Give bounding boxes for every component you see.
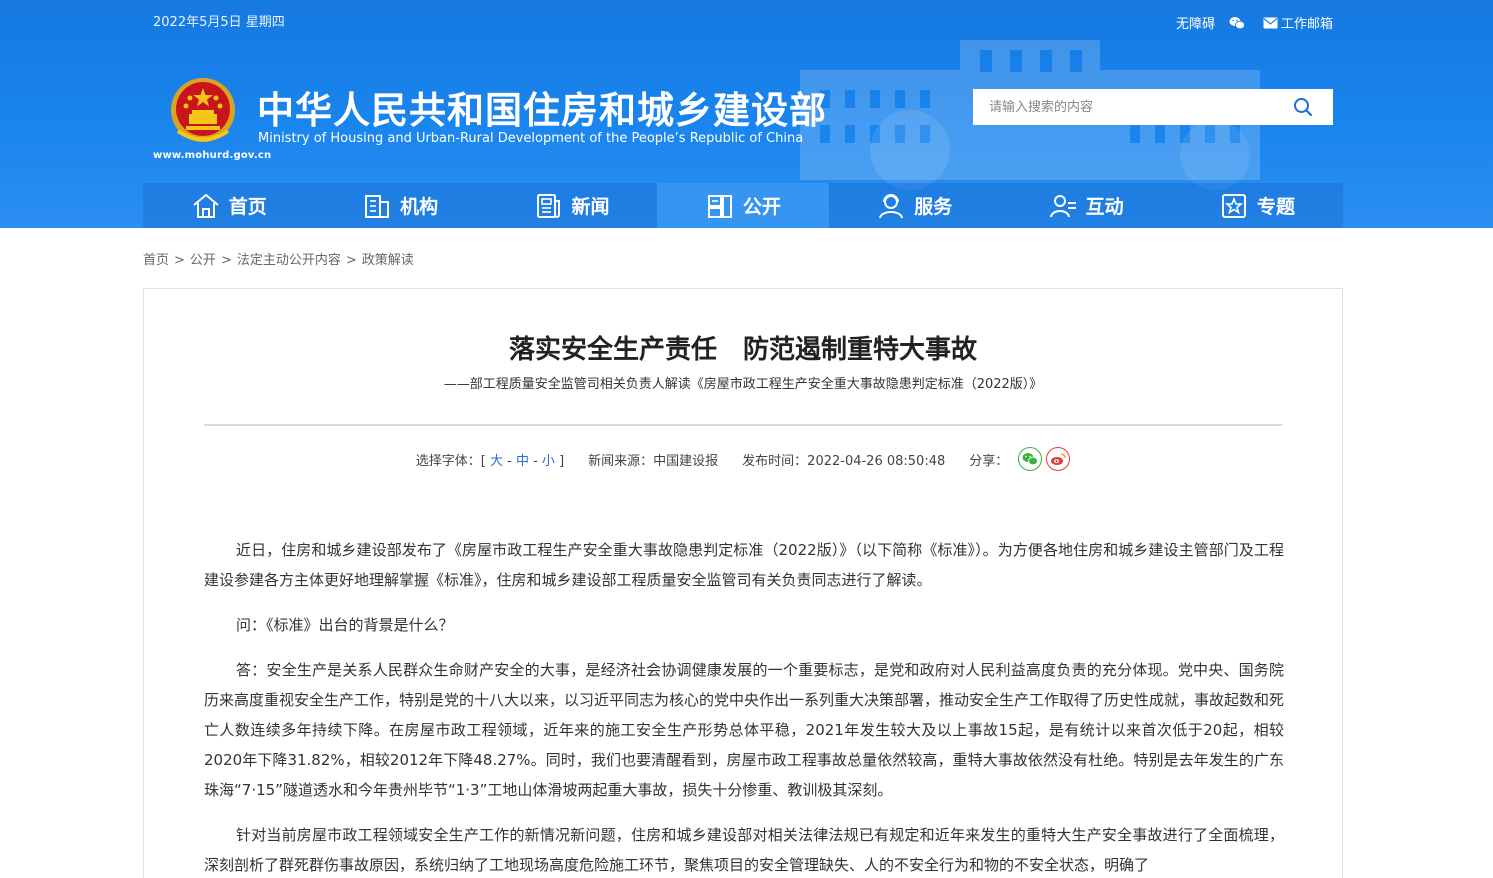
top-links: 无障碍 工作邮箱 (1176, 13, 1333, 32)
current-date: 2022年5月5日 星期四 (153, 15, 285, 30)
article-paragraph: 问：《标准》出台的背景是什么？ (236, 616, 454, 634)
divider (204, 424, 1282, 426)
mail-icon (1263, 17, 1278, 29)
nav-item-organization[interactable]: 机构 (314, 183, 485, 228)
article-subtitle: ——部工程质量安全监管司相关负责人解读《房屋市政工程生产安全重大事故隐患判定标准… (443, 377, 1043, 392)
topic-star-icon (1222, 193, 1247, 218)
search-input[interactable] (973, 89, 1283, 125)
search-box (973, 89, 1333, 125)
breadcrumb-separator: > (174, 253, 185, 268)
work-mail-link[interactable]: 工作邮箱 (1281, 13, 1333, 32)
wechat-icon[interactable] (1229, 16, 1245, 30)
article-meta: 选择字体：[ 大 - 中 - 小 ] 新闻来源：中国建设报 发布时间：2022-… (144, 447, 1342, 471)
article-paragraph: 近日，住房和城乡建设部发布了《房屋市政工程生产安全重大事故隐患判定标准（2022… (204, 541, 1284, 589)
search-icon[interactable] (1293, 97, 1313, 117)
home-icon (193, 193, 219, 218)
nav-label: 服务 (914, 196, 953, 218)
breadcrumb-home[interactable]: 首页 (143, 253, 169, 268)
publish-time: 发布时间：2022-04-26 08:50:48 (742, 453, 946, 469)
article-paragraph: 答：安全生产是关系人民群众生命财产安全的大事，是经济社会协调健康发展的一个重要标… (204, 661, 1285, 799)
font-medium-link[interactable]: 中 (516, 454, 529, 469)
building-icon (365, 194, 390, 218)
site-subtitle: Ministry of Housing and Urban-Rural Deve… (258, 131, 804, 146)
breadcrumb-policy[interactable]: 政策解读 (362, 253, 414, 268)
share-weibo-icon[interactable] (1046, 447, 1071, 471)
article-container: 落实安全生产责任 防范遏制重特大事故 ——部工程质量安全监管司相关负责人解读《房… (143, 288, 1343, 878)
breadcrumb-disclosure[interactable]: 公开 (190, 253, 216, 268)
service-icon (879, 193, 904, 218)
nav-label: 互动 (1085, 196, 1124, 218)
breadcrumb: 首页 > 公开 > 法定主动公开内容 > 政策解读 (143, 249, 414, 268)
nav-label: 公开 (742, 196, 781, 218)
nav-label: 首页 (228, 196, 267, 218)
news-icon (537, 193, 561, 218)
nav-item-service[interactable]: 服务 (829, 183, 1000, 228)
nav-item-home[interactable]: 首页 (143, 183, 314, 228)
main-nav: 首页 机构 新闻 公开 服务 互动 专题 (143, 183, 1343, 228)
site-header: 2022年5月5日 星期四 无障碍 工作邮箱 www.mohurd.gov.cn… (0, 0, 1493, 228)
font-size-label: 选择字体： (415, 453, 481, 469)
tree-decoration (1180, 120, 1250, 190)
breadcrumb-separator: > (345, 253, 357, 268)
share-wechat-icon[interactable] (1018, 447, 1043, 471)
font-small-link[interactable]: 小 (542, 454, 555, 469)
article-body: 近日，住房和城乡建设部发布了《房屋市政工程生产安全重大事故隐患判定标准（2022… (204, 535, 1284, 878)
share-label: 分享： (969, 453, 1009, 469)
tree-decoration (870, 110, 950, 190)
national-emblem-logo[interactable] (168, 76, 238, 148)
nav-label: 机构 (400, 196, 439, 218)
breadcrumb-separator: > (220, 253, 232, 268)
nav-item-topics[interactable]: 专题 (1171, 183, 1342, 228)
article-paragraph: 针对当前房屋市政工程领域安全生产工作的新情况新问题，住房和城乡建设部对相关法律法… (204, 826, 1284, 874)
interaction-icon (1049, 194, 1076, 217)
accessibility-link[interactable]: 无障碍 (1176, 13, 1215, 32)
nav-label: 新闻 (571, 196, 610, 218)
font-large-link[interactable]: 大 (490, 454, 503, 469)
article-title: 落实安全生产责任 防范遏制重特大事故 (508, 335, 977, 365)
site-title[interactable]: 中华人民共和国住房和城乡建设部 (257, 80, 827, 134)
site-url: www.mohurd.gov.cn (153, 150, 272, 161)
font-size-selector: 选择字体：[ 大 - 中 - 小 ] (415, 453, 565, 469)
news-source: 新闻来源：中国建设报 (588, 453, 719, 469)
nav-item-news[interactable]: 新闻 (486, 183, 657, 228)
breadcrumb-statutory[interactable]: 法定主动公开内容 (237, 253, 341, 268)
nav-label: 专题 (1257, 196, 1296, 218)
nav-item-disclosure[interactable]: 公开 (657, 183, 829, 228)
nav-item-interaction[interactable]: 互动 (1000, 183, 1171, 228)
disclosure-icon (707, 194, 732, 218)
